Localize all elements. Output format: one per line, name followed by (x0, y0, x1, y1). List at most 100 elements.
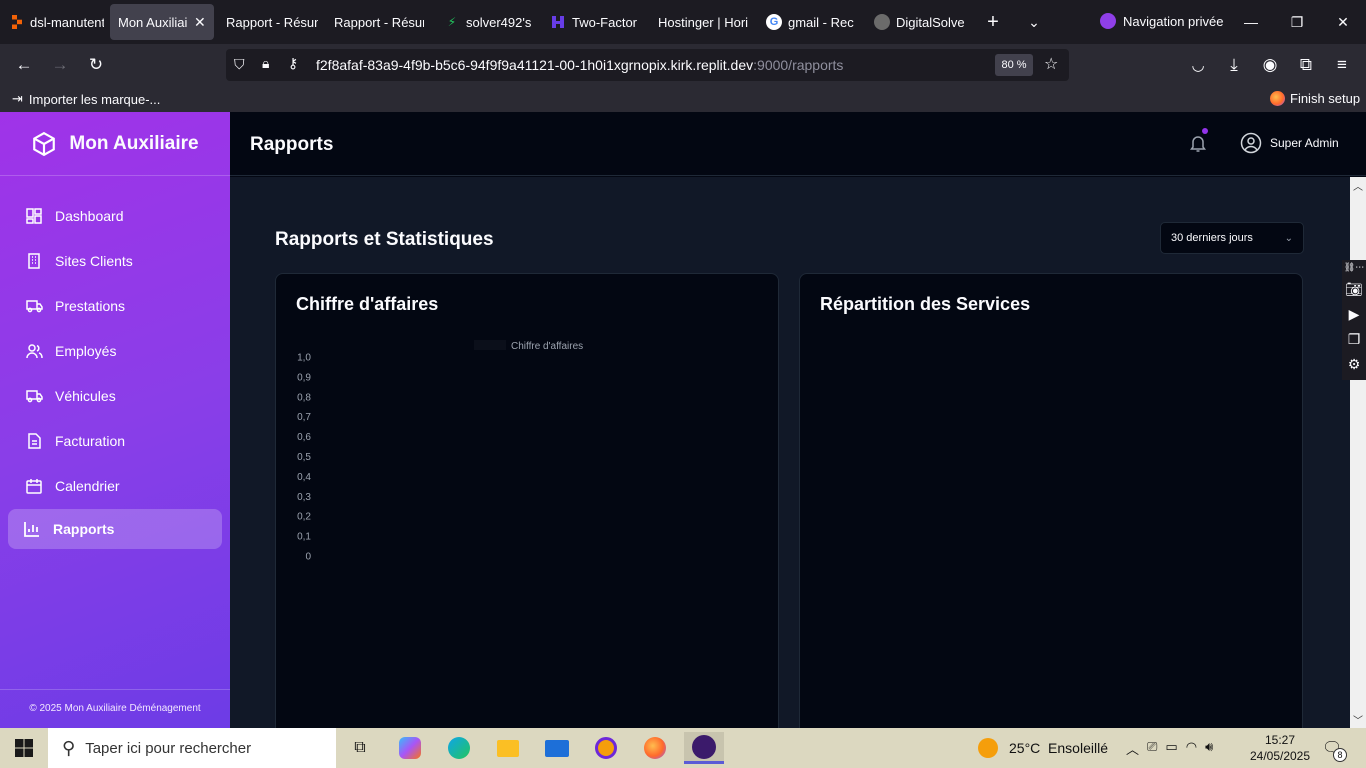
period-select[interactable]: 30 derniers jours ⌄ (1160, 222, 1304, 254)
sidebar-item-calendrier[interactable]: Calendrier (8, 466, 222, 506)
copy-icon[interactable]: ❐ (1348, 331, 1361, 348)
tab-label: DigitalSolver (896, 14, 964, 30)
card-title: Répartition des Services (820, 294, 1031, 314)
gear-icon[interactable]: ⚙ (1348, 356, 1361, 373)
notification-button[interactable] (1190, 128, 1208, 157)
wifi-icon[interactable]: ◠ (1186, 739, 1197, 758)
truck-icon (24, 296, 44, 316)
task-view-icon[interactable]: ⧉ (340, 732, 380, 764)
pocket-icon[interactable]: ◡ (1184, 52, 1212, 78)
user-circle-icon (1240, 132, 1262, 154)
camera-icon[interactable]: 📷︎ (1345, 281, 1363, 298)
mail-icon[interactable] (537, 732, 577, 764)
y-tick-label: 0,6 (297, 432, 311, 443)
y-tick-label: 0,2 (297, 512, 311, 523)
zoom-indicator[interactable]: 80 % (995, 54, 1033, 76)
tab-label: Two-Factor A (572, 14, 638, 30)
tab-2[interactable]: Mon Auxiliair ✕ (110, 4, 214, 40)
legend-label[interactable]: Chiffre d'affaires (511, 341, 583, 352)
sidebar-item-dashboard[interactable]: Dashboard (8, 196, 222, 236)
lock-icon[interactable]: 🔒︎ (262, 55, 269, 72)
mask-icon (1100, 13, 1116, 29)
search-placeholder: Taper ici pour rechercher (85, 739, 252, 757)
firefox-private-icon[interactable] (684, 732, 724, 764)
search-icon: ⚲ (62, 737, 76, 758)
windows-start-icon[interactable] (4, 732, 44, 764)
section-title: Rapports et Statistiques (275, 229, 494, 250)
new-tab-button[interactable]: + (970, 0, 1016, 44)
taskbar-search[interactable]: ⚲ Taper ici pour rechercher (48, 728, 336, 768)
clock[interactable]: 15:27 24/05/2025 (1248, 732, 1312, 764)
clock-date: 24/05/2025 (1249, 749, 1311, 763)
tab-5[interactable]: ⚡ solver492's F (444, 4, 536, 40)
chevron-down-icon[interactable]: ⌄ (1011, 0, 1057, 44)
forward-button[interactable]: → (46, 52, 74, 78)
y-tick-label: 0,8 (297, 392, 311, 403)
battery-icon[interactable]: ▭ (1165, 739, 1177, 758)
url-host: f2f8afaf-83a9-4f9b-b5c6-94f9f9a41121-00-… (316, 57, 754, 73)
user-name: Super Admin (1270, 136, 1339, 150)
dashboard-icon (24, 206, 44, 226)
tab-1[interactable]: dsl-manutent (8, 4, 104, 40)
y-tick-label: 0,9 (297, 372, 311, 383)
bell-icon (1190, 136, 1206, 152)
weather-widget[interactable]: 25°C Ensoleillé (978, 738, 1108, 758)
meet-icon[interactable]: ⎚ (1147, 739, 1157, 758)
tab-9[interactable]: DigitalSolver (874, 4, 964, 40)
y-tick-label: 0,5 (297, 452, 311, 463)
url-bar[interactable]: ⛉ 🔒︎ ⚷ f2f8afaf-83a9-4f9b-b5c6-94f9f9a41… (226, 49, 1069, 81)
user-menu[interactable]: Super Admin (1240, 132, 1339, 154)
sidebar-item-sites-clients[interactable]: Sites Clients (8, 241, 222, 281)
file-explorer-icon[interactable] (488, 732, 528, 764)
video-icon[interactable]: ▶ (1349, 306, 1360, 323)
vpn-icon[interactable] (586, 732, 626, 764)
y-tick-label: 0,3 (297, 492, 311, 503)
scroll-down-icon[interactable]: ﹀ (1353, 712, 1363, 727)
copilot-icon[interactable] (390, 732, 430, 764)
y-tick-label: 1,0 (297, 353, 311, 364)
legend-swatch[interactable] (474, 340, 506, 350)
scroll-up-icon[interactable]: ︿ (1353, 178, 1363, 193)
key-icon[interactable]: ⚷ (288, 55, 298, 72)
reload-button[interactable]: ↻ (82, 52, 110, 78)
finish-setup-link[interactable]: Finish setup (1270, 91, 1360, 106)
tab-6[interactable]: Two-Factor A (550, 4, 638, 40)
url-text[interactable]: f2f8afaf-83a9-4f9b-b5c6-94f9f9a41121-00-… (316, 57, 843, 73)
sidebar-item-rapports[interactable]: Rapports (8, 509, 222, 549)
sidebar-item-facturation[interactable]: Facturation (8, 421, 222, 461)
minimize-button[interactable]: — (1228, 0, 1274, 44)
private-label: Navigation privée (1123, 13, 1224, 29)
chevron-up-icon[interactable]: ︿ (1126, 739, 1139, 758)
extensions-icon[interactable]: ⧉ (1292, 52, 1320, 78)
sidebar-item-vehicules[interactable]: Véhicules (8, 376, 222, 416)
brand[interactable]: Mon Auxiliaire (0, 112, 230, 176)
close-window-button[interactable]: ✕ (1320, 0, 1366, 44)
sidebar-item-label: Employés (55, 343, 117, 359)
firefox-icon[interactable] (635, 732, 675, 764)
tab-7[interactable]: Hostinger | Horiz (658, 4, 748, 40)
edge-icon[interactable] (439, 732, 479, 764)
tab-4[interactable]: Rapport - Résum (334, 4, 424, 40)
sidebar-item-employes[interactable]: Employés (8, 331, 222, 371)
restore-button[interactable]: ❐ (1274, 0, 1320, 44)
tab-8[interactable]: G gmail - Rech (766, 4, 854, 40)
notification-count: 8 (1333, 748, 1347, 762)
y-tick-label: 0,1 (297, 532, 311, 543)
sidebar-item-prestations[interactable]: Prestations (8, 286, 222, 326)
close-icon[interactable]: ✕ (194, 14, 206, 31)
import-bookmarks-link[interactable]: ⇥ Importer les marque-... (12, 91, 160, 107)
import-bookmarks-label: Importer les marque-... (28, 91, 161, 107)
download-icon[interactable]: ⤓ (1220, 52, 1248, 78)
page-title: Rapports (250, 134, 334, 155)
back-button[interactable]: ← (10, 52, 38, 78)
menu-icon[interactable]: ≡ (1328, 52, 1356, 78)
link-icon[interactable]: ⛓⋯ (1344, 262, 1364, 273)
account-icon[interactable]: ◉ (1256, 52, 1284, 78)
shield-icon[interactable]: ⛉ (234, 56, 245, 73)
star-icon[interactable]: ☆ (1044, 54, 1058, 74)
y-tick-label: 0,7 (297, 412, 311, 423)
tab-label: Mon Auxiliair (118, 14, 188, 30)
volume-icon[interactable]: 🔊︎ (1205, 739, 1213, 758)
building-icon (24, 251, 44, 271)
tab-3[interactable]: Rapport - Résum (226, 4, 318, 40)
